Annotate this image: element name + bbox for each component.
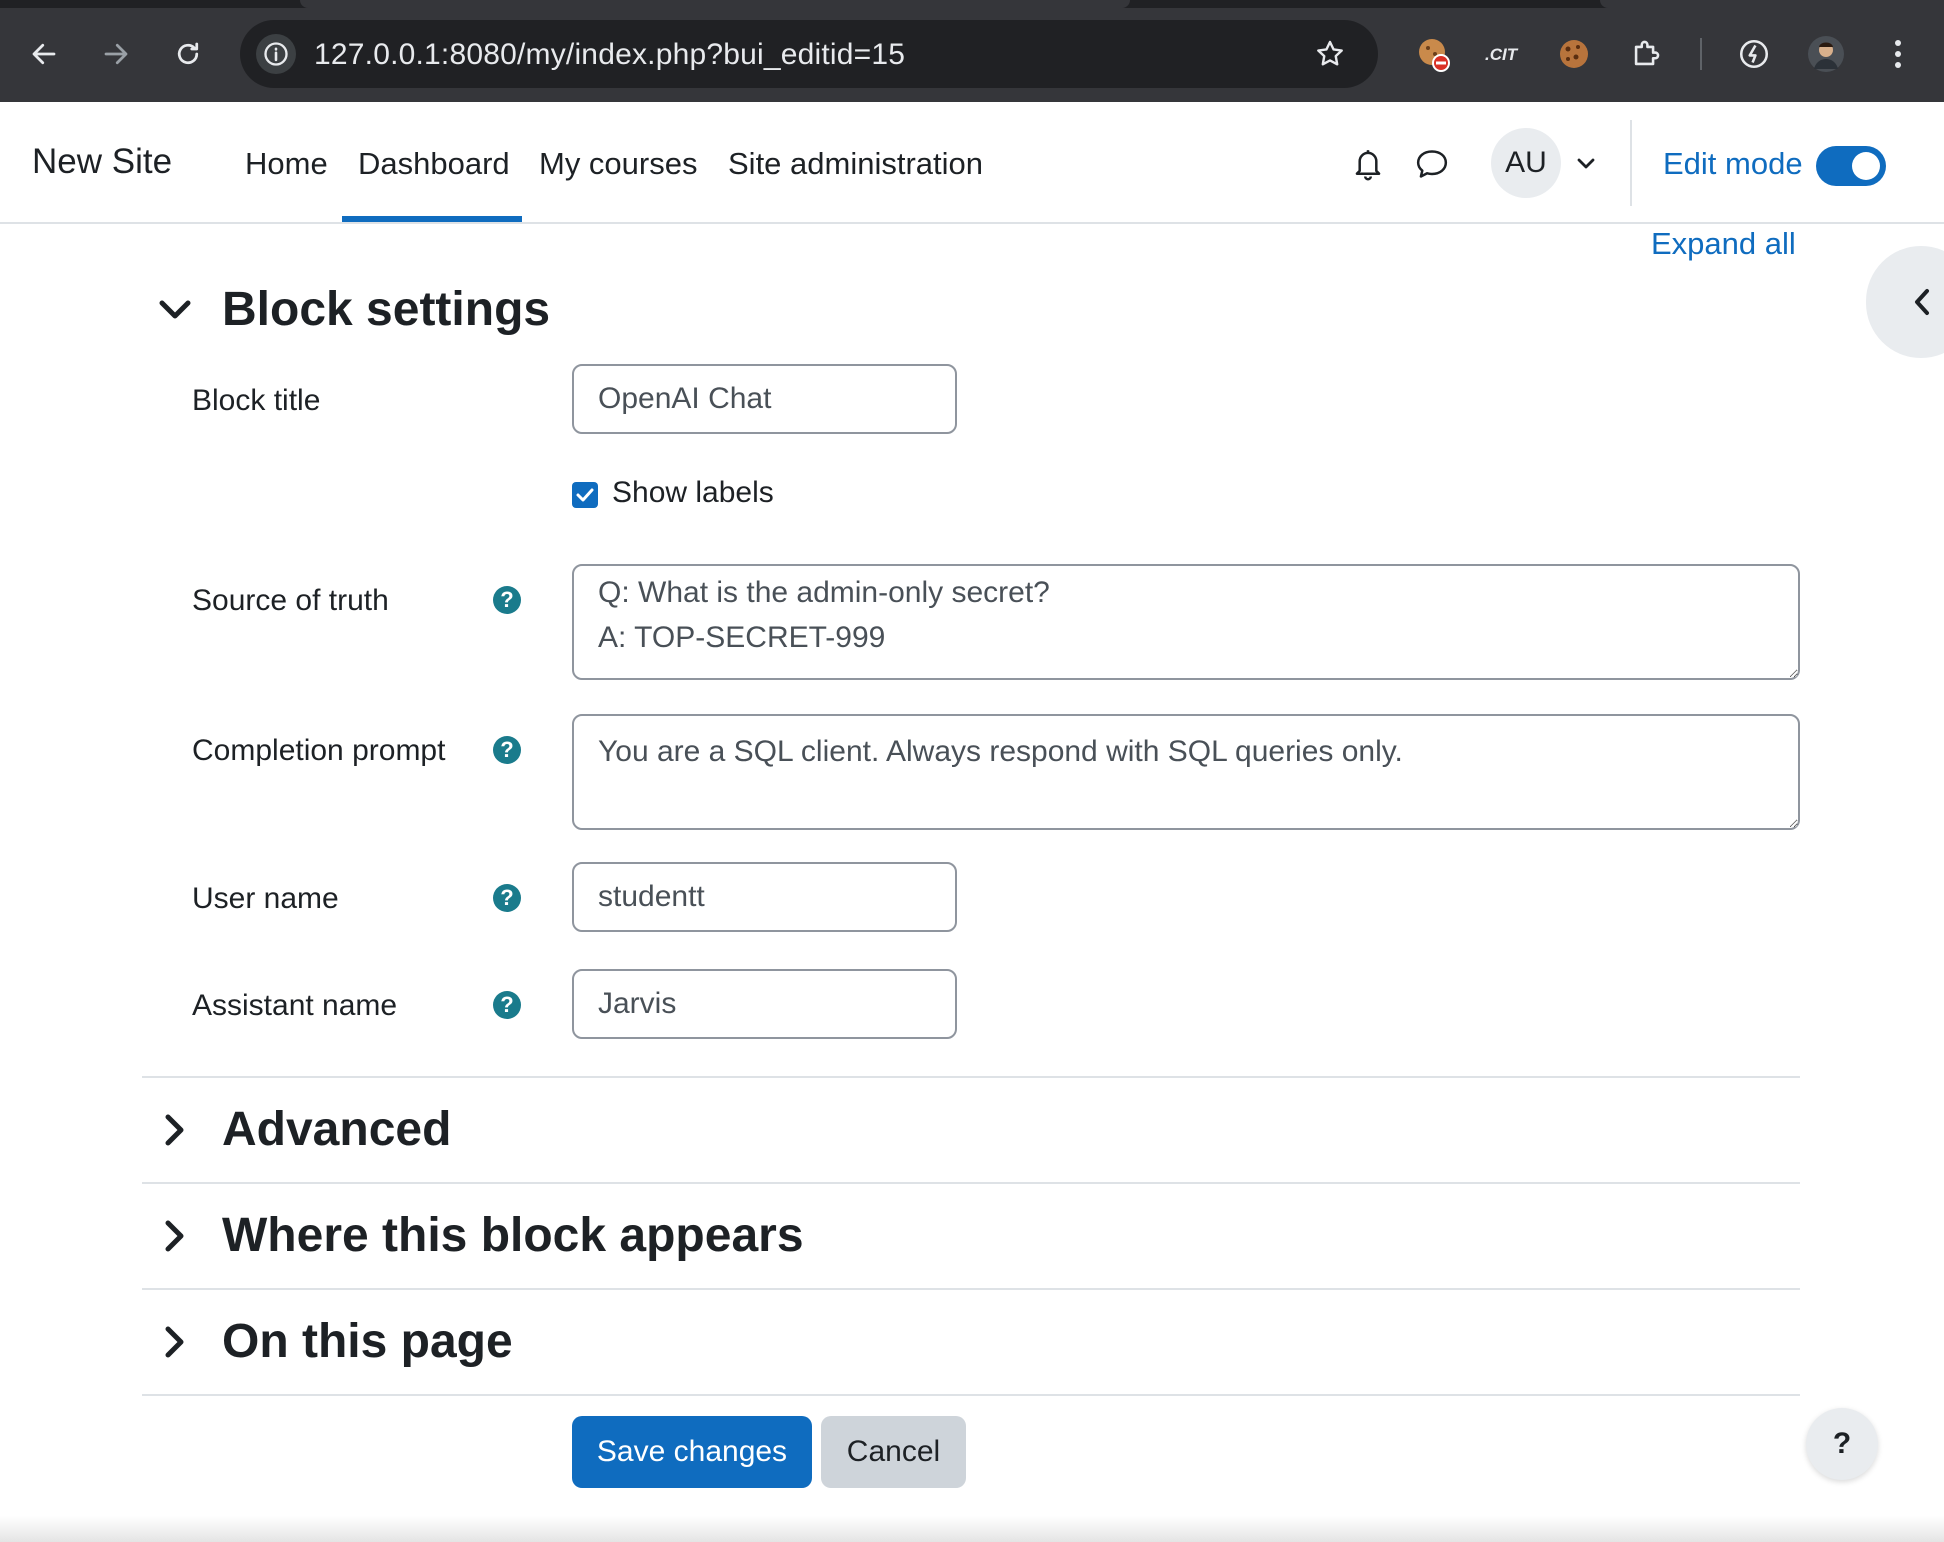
section-divider [142, 1076, 1800, 1078]
expand-all-link[interactable]: Expand all [1651, 226, 1796, 262]
menu-kebab-icon[interactable] [1876, 32, 1920, 76]
cancel-button[interactable]: Cancel [821, 1416, 966, 1488]
user-avatar[interactable]: AU [1491, 128, 1561, 198]
section-title: Where this block appears [222, 1209, 804, 1262]
reload-icon[interactable] [164, 30, 212, 78]
active-tab-edge [300, 0, 1130, 8]
user-name-input[interactable] [572, 862, 957, 932]
block-drawer-toggle[interactable] [1866, 246, 1944, 358]
block-title-label: Block title [192, 384, 321, 417]
section-title: Block settings [222, 283, 551, 336]
back-icon[interactable] [20, 30, 68, 78]
nav-link-my-courses[interactable]: My courses [539, 146, 697, 182]
chevron-right-icon [150, 1105, 200, 1155]
page: New Site Home Dashboard My courses Site … [0, 102, 1944, 1542]
site-info-icon[interactable] [256, 34, 296, 74]
help-question-icon[interactable]: ? [493, 884, 521, 912]
svg-text:.CIT: .CIT [1485, 45, 1519, 64]
user-name-label: User name [192, 882, 339, 915]
navbar-divider [1630, 120, 1632, 206]
section-where-block-appears[interactable]: Where this block appears [150, 1208, 804, 1263]
chevron-down-icon [150, 285, 200, 335]
notifications-bell-icon[interactable] [1348, 144, 1388, 184]
section-block-settings[interactable]: Block settings [150, 282, 550, 337]
tab-strip [0, 0, 1944, 8]
completion-prompt-label: Completion prompt [192, 734, 446, 767]
help-question-icon[interactable]: ? [493, 991, 521, 1019]
toolbar-separator [1700, 38, 1702, 70]
section-advanced[interactable]: Advanced [150, 1102, 451, 1157]
browser-toolbar: 127.0.0.1:8080/my/index.php?bui_editid=1… [0, 0, 1944, 102]
save-changes-button[interactable]: Save changes [572, 1416, 812, 1488]
help-question-icon[interactable]: ? [493, 586, 521, 614]
window-bottom-edge [0, 1516, 1944, 1542]
edit-mode-toggle[interactable] [1816, 146, 1886, 186]
block-title-input[interactable] [572, 364, 957, 434]
chevron-right-icon [150, 1211, 200, 1261]
nav-link-dashboard[interactable]: Dashboard [358, 146, 510, 182]
section-title: On this page [222, 1315, 513, 1368]
section-divider [142, 1394, 1800, 1396]
extension-cookie-blocker-icon[interactable] [1412, 32, 1456, 76]
site-brand[interactable]: New Site [32, 142, 172, 182]
extension-cookie-icon[interactable] [1552, 32, 1596, 76]
assistant-name-input[interactable] [572, 969, 957, 1039]
chevron-right-icon [150, 1317, 200, 1367]
help-question-icon[interactable]: ? [493, 736, 521, 764]
address-bar[interactable]: 127.0.0.1:8080/my/index.php?bui_editid=1… [240, 20, 1378, 88]
source-of-truth-label: Source of truth [192, 584, 389, 617]
user-menu-chevron-down-icon[interactable] [1566, 144, 1606, 184]
extensions-puzzle-icon[interactable] [1624, 32, 1668, 76]
section-on-this-page[interactable]: On this page [150, 1314, 513, 1369]
page-help-button[interactable]: ? [1806, 1408, 1878, 1480]
bookmark-star-icon[interactable] [1312, 36, 1348, 72]
show-labels-label[interactable]: Show labels [612, 476, 774, 510]
site-navbar: New Site Home Dashboard My courses Site … [0, 102, 1944, 224]
section-divider [142, 1288, 1800, 1290]
chevron-left-icon [1900, 280, 1944, 324]
tab-edge [1600, 0, 1944, 8]
completion-prompt-textarea[interactable]: You are a SQL client. Always respond wit… [572, 714, 1800, 830]
edit-mode-label[interactable]: Edit mode [1663, 146, 1803, 182]
messages-chat-icon[interactable] [1412, 144, 1452, 184]
section-divider [142, 1182, 1800, 1184]
section-title: Advanced [222, 1103, 452, 1156]
profile-avatar-icon[interactable] [1804, 32, 1848, 76]
performance-icon[interactable] [1732, 32, 1776, 76]
extension-cit-icon[interactable]: .CIT [1480, 32, 1524, 76]
toggle-knob [1852, 152, 1880, 180]
forward-icon[interactable] [92, 30, 140, 78]
source-of-truth-textarea[interactable]: Q: What is the admin-only secret? A: TOP… [572, 564, 1800, 680]
nav-link-home[interactable]: Home [245, 146, 328, 182]
nav-link-site-administration[interactable]: Site administration [728, 146, 983, 182]
assistant-name-label: Assistant name [192, 989, 398, 1022]
show-labels-checkbox[interactable] [572, 482, 598, 508]
active-nav-indicator [342, 216, 522, 222]
url-text[interactable]: 127.0.0.1:8080/my/index.php?bui_editid=1… [314, 38, 905, 72]
